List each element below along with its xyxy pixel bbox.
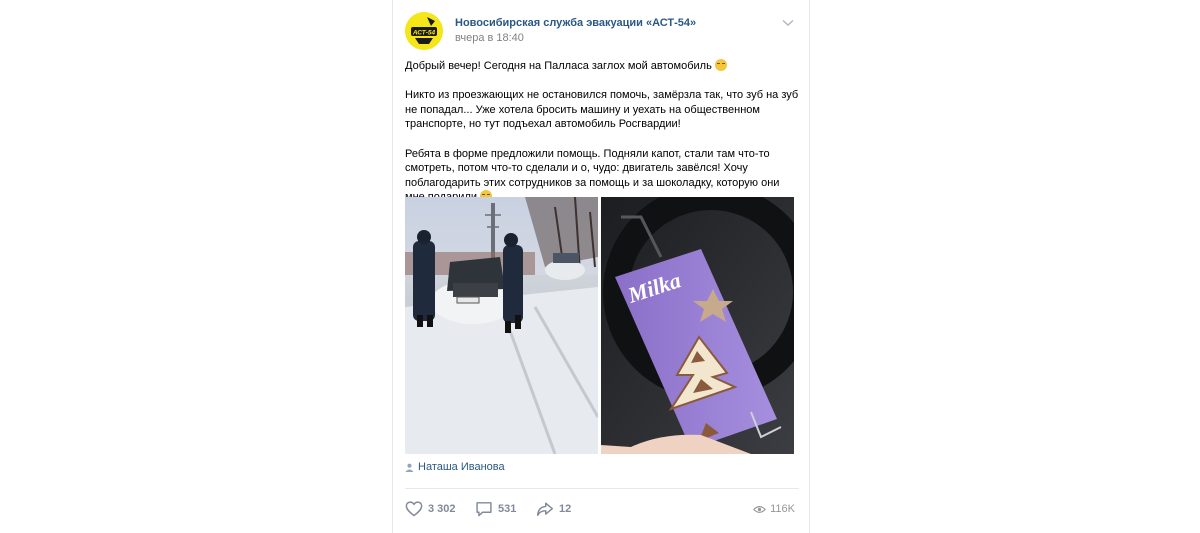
post-text: Добрый вечер! Сегодня на Палласа заглох …	[405, 59, 799, 205]
wall-post: АСТ-54 Новосибирская служба эвакуации «А…	[392, 0, 810, 533]
post-time[interactable]: вчера в 18:40	[455, 32, 524, 44]
like-count: 3 302	[428, 503, 456, 515]
comment-count: 531	[498, 503, 517, 515]
post-paragraph: Добрый вечер! Сегодня на Палласа заглох …	[405, 59, 799, 74]
signer-name: Наташа Иванова	[418, 461, 505, 473]
paragraph-text: Добрый вечер! Сегодня на Палласа заглох …	[405, 60, 712, 72]
share-button[interactable]: 12	[536, 500, 571, 518]
views-counter: 116K	[753, 500, 795, 518]
views-count: 116K	[770, 503, 795, 515]
paragraph-text: Ребята в форме предложили помощь. Поднял…	[405, 147, 780, 204]
photo-milka-chocolate[interactable]: Milka	[601, 197, 794, 454]
police-car-photo-image	[405, 197, 598, 454]
heart-icon	[405, 501, 423, 517]
post-divider	[405, 488, 799, 489]
person-icon	[405, 463, 414, 472]
eye-icon	[753, 505, 767, 513]
chevron-down-icon	[782, 19, 794, 27]
milka-chocolate-photo-image: Milka	[601, 197, 794, 454]
relieved-face-emoji-icon	[714, 59, 727, 71]
community-avatar[interactable]: АСТ-54	[405, 12, 443, 50]
comment-icon	[476, 502, 492, 517]
share-count: 12	[559, 503, 572, 515]
post-author[interactable]: Новосибирская служба эвакуации «АСТ-54»	[455, 17, 696, 29]
post-signer[interactable]: Наташа Иванова	[405, 461, 505, 473]
more-button[interactable]	[781, 16, 795, 30]
post-paragraph: Никто из проезжающих не остановился помо…	[405, 89, 799, 131]
like-button[interactable]: 3 302	[405, 500, 456, 518]
avatar-text: АСТ-54	[412, 30, 436, 37]
photo-police-car-snow[interactable]	[405, 197, 598, 454]
comment-button[interactable]: 531	[475, 500, 516, 518]
ast54-logo-icon: АСТ-54	[405, 12, 443, 50]
share-arrow-icon	[537, 502, 553, 516]
